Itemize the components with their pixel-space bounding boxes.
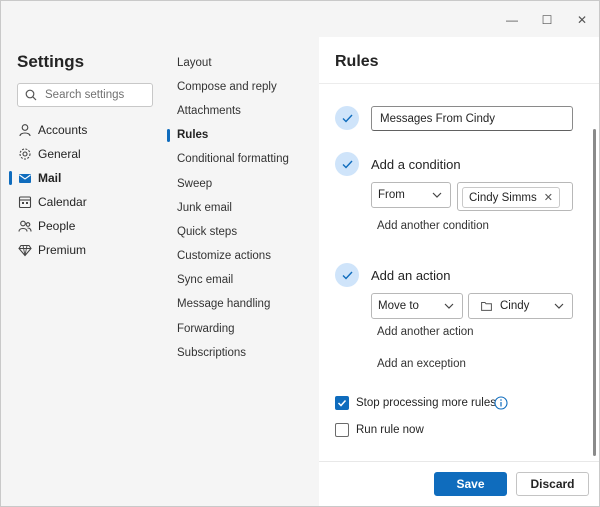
folder-dropdown[interactable]: Cindy: [468, 293, 573, 319]
scrollbar[interactable]: [593, 129, 596, 456]
category-mail[interactable]: Mail: [1, 167, 167, 189]
menu-item-forwarding[interactable]: Forwarding: [177, 323, 235, 335]
footer-divider: [319, 461, 599, 462]
category-accounts[interactable]: Accounts: [1, 119, 167, 141]
menu-item-layout[interactable]: Layout: [177, 57, 212, 69]
chip-label: Cindy Simms: [469, 191, 537, 204]
category-label: Calendar: [38, 195, 87, 209]
category-premium[interactable]: Premium: [1, 239, 167, 261]
menu-item-junk-email[interactable]: Junk email: [177, 202, 232, 214]
active-indicator: [167, 129, 170, 142]
checkmark-icon: [337, 399, 347, 407]
menu-item-rules[interactable]: Rules: [177, 129, 208, 141]
rule-name-field[interactable]: [371, 106, 573, 131]
search-icon: [25, 89, 37, 101]
condition-field-dropdown[interactable]: From: [371, 182, 451, 208]
folder-icon: [481, 302, 492, 311]
active-indicator: [9, 171, 12, 185]
step-complete-icon: [335, 263, 359, 287]
menu-item-attachments[interactable]: Attachments: [177, 105, 241, 117]
category-label: People: [38, 219, 76, 233]
dropdown-value: Cindy: [500, 300, 530, 312]
category-label: Accounts: [38, 123, 88, 137]
category-label: General: [38, 147, 81, 161]
step-complete-icon: [335, 152, 359, 176]
people-icon: [18, 220, 32, 232]
category-people[interactable]: People: [1, 215, 167, 237]
run-rule-now-label: Run rule now: [356, 424, 424, 436]
search-box[interactable]: [17, 83, 153, 107]
info-icon[interactable]: [494, 396, 508, 410]
remove-chip-icon[interactable]: ✕: [544, 191, 553, 204]
person-icon: [19, 124, 31, 137]
settings-window: — ☐ ✕ Settings Accounts General: [0, 0, 600, 507]
dropdown-value: From: [378, 189, 405, 201]
diamond-icon: [18, 244, 32, 257]
minimize-button[interactable]: —: [501, 9, 523, 31]
search-input[interactable]: [43, 88, 147, 102]
menu-item-customize-actions[interactable]: Customize actions: [177, 250, 271, 262]
menu-item-sweep[interactable]: Sweep: [177, 178, 212, 190]
rule-name-input[interactable]: [378, 112, 572, 126]
add-another-condition-link[interactable]: Add another condition: [377, 220, 489, 232]
calendar-icon: [18, 196, 32, 209]
category-label: Premium: [38, 243, 87, 257]
save-button[interactable]: Save: [434, 472, 507, 496]
menu-item-quick-steps[interactable]: Quick steps: [177, 226, 237, 238]
step-complete-icon: [335, 106, 359, 130]
category-label: Mail: [38, 171, 62, 185]
rules-pane: Rules Add a condition From Cindy Simms ✕…: [319, 37, 599, 506]
category-general[interactable]: General: [1, 143, 167, 165]
title-bar: — ☐ ✕: [1, 1, 599, 37]
close-button[interactable]: ✕: [571, 9, 593, 31]
condition-value-box[interactable]: Cindy Simms ✕: [457, 182, 573, 211]
maximize-button[interactable]: ☐: [536, 9, 558, 31]
mail-submenu: Layout Compose and reply Attachments Rul…: [167, 37, 319, 506]
settings-title: Settings: [17, 52, 85, 71]
stop-processing-label: Stop processing more rules: [356, 397, 496, 409]
chevron-down-icon: [432, 192, 442, 198]
dropdown-value: Move to: [378, 300, 419, 312]
menu-item-conditional-formatting[interactable]: Conditional formatting: [177, 153, 289, 165]
condition-heading: Add a condition: [371, 157, 461, 172]
chevron-down-icon: [554, 303, 564, 309]
header-divider: [319, 83, 599, 84]
gear-icon: [19, 148, 31, 160]
discard-button[interactable]: Discard: [516, 472, 589, 496]
menu-item-subscriptions[interactable]: Subscriptions: [177, 347, 246, 359]
add-another-action-link[interactable]: Add another action: [377, 326, 474, 338]
mail-icon: [19, 174, 31, 183]
settings-sidebar: Settings Accounts General: [1, 37, 167, 506]
category-calendar[interactable]: Calendar: [1, 191, 167, 213]
stop-processing-checkbox[interactable]: [335, 396, 349, 410]
menu-item-compose-and-reply[interactable]: Compose and reply: [177, 81, 277, 93]
add-exception-link[interactable]: Add an exception: [377, 358, 466, 370]
menu-item-sync-email[interactable]: Sync email: [177, 274, 233, 286]
action-heading: Add an action: [371, 268, 451, 283]
chevron-down-icon: [444, 303, 454, 309]
action-field-dropdown[interactable]: Move to: [371, 293, 463, 319]
run-rule-now-checkbox[interactable]: [335, 423, 349, 437]
contact-chip[interactable]: Cindy Simms ✕: [462, 187, 560, 208]
rules-title: Rules: [335, 53, 379, 70]
menu-item-message-handling[interactable]: Message handling: [177, 298, 270, 310]
